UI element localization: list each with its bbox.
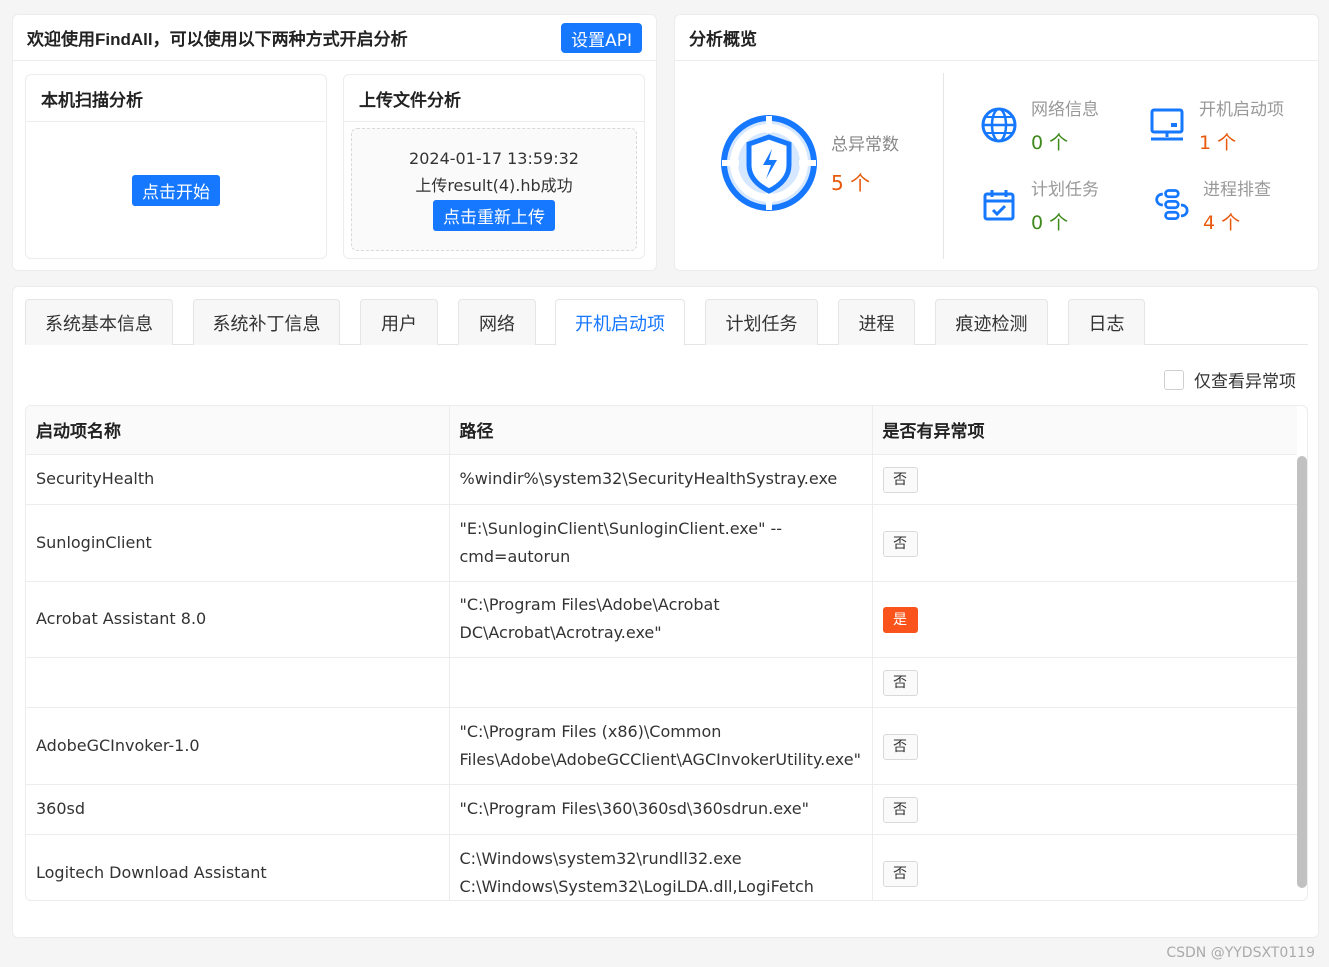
abnormal-tag: 否 (882, 670, 918, 696)
tab-bar: 系统基本信息 系统补丁信息 用户 网络 开机启动项 计划任务 进程 痕迹检测 日… (25, 299, 1308, 346)
globe-icon (981, 107, 1017, 143)
tab-system-info[interactable]: 系统基本信息 (25, 299, 173, 345)
startup-path (449, 657, 873, 708)
startup-name (26, 657, 450, 708)
stat-process-label: 进程排查 (1203, 180, 1271, 200)
startup-path: "C:\Program Files\360\360sd\360sdrun.exe… (449, 784, 873, 835)
main-panel: 系统基本信息 系统补丁信息 用户 网络 开机启动项 计划任务 进程 痕迹检测 日… (12, 286, 1319, 938)
local-scan-card: 本机扫描分析 点击开始 (25, 74, 327, 259)
table-row: SunloginClient "E:\SunloginClient\Sunlog… (26, 504, 1297, 582)
computer-icon (1150, 108, 1184, 141)
abnormal-tag-alert: 是 (882, 607, 918, 633)
startup-path: "E:\SunloginClient\SunloginClient.exe" -… (449, 504, 873, 582)
upload-status: 上传result(4).hb成功 (415, 175, 573, 195)
startup-path: "C:\Program Files (x86)\Common Files\Ado… (449, 707, 873, 785)
tab-scheduled-tasks[interactable]: 计划任务 (705, 299, 818, 345)
stat-startup-label: 开机启动项 (1199, 100, 1284, 120)
stat-network-value: 0 个 (1031, 132, 1069, 154)
total-abnormal-value: 5 个 (831, 171, 871, 195)
upload-timestamp: 2024-01-17 13:59:32 (409, 148, 579, 168)
tab-patch-info[interactable]: 系统补丁信息 (193, 299, 340, 345)
tab-network[interactable]: 网络 (458, 299, 536, 345)
overview-title: 分析概览 (689, 30, 757, 49)
startup-path: C:\Windows\system32\rundll32.exe C:\Wind… (449, 834, 873, 900)
upload-drop-zone[interactable]: 2024-01-17 13:59:32 上传result(4).hb成功 点击重… (351, 128, 637, 251)
table-row: Acrobat Assistant 8.0 "C:\Program Files\… (26, 581, 1297, 658)
reupload-button[interactable]: 点击重新上传 (433, 199, 555, 231)
process-icon (1155, 189, 1189, 220)
startup-name: SecurityHealth (26, 454, 450, 505)
startup-path: %windir%\system32\SecurityHealthSystray.… (449, 454, 873, 505)
table-row: AdobeGCInvoker-1.0 "C:\Program Files (x8… (26, 707, 1297, 785)
startup-table: 启动项名称 路径 是否有异常项 SecurityHealth %windir%\… (25, 405, 1308, 901)
abnormal-tag: 否 (882, 860, 918, 887)
stat-process-value: 4 个 (1203, 212, 1241, 234)
column-header: 是否有异常项 (872, 406, 1297, 455)
column-header: 启动项名称 (26, 406, 450, 455)
overview-divider (943, 73, 944, 259)
stat-process: 进程排查 4 个 (1151, 175, 1271, 235)
startup-name: SunloginClient (26, 504, 450, 582)
stat-startup-value: 1 个 (1199, 132, 1237, 154)
column-header: 路径 (449, 406, 873, 455)
stat-scheduled: 计划任务 0 个 (979, 175, 1099, 235)
tab-processes[interactable]: 进程 (838, 299, 915, 345)
upload-file-card: 上传文件分析 2024-01-17 13:59:32 上传result(4).h… (343, 74, 645, 259)
abnormal-only-checkbox[interactable] (1164, 369, 1184, 390)
stat-scheduled-value: 0 个 (1031, 212, 1069, 234)
table-row: Logitech Download Assistant C:\Windows\s… (26, 834, 1297, 900)
start-scan-button[interactable]: 点击开始 (132, 174, 220, 206)
tab-trace-detection[interactable]: 痕迹检测 (935, 299, 1048, 345)
set-api-button[interactable]: 设置API (561, 22, 642, 53)
startup-name: Acrobat Assistant 8.0 (26, 581, 450, 658)
tab-startup[interactable]: 开机启动项 (555, 299, 685, 346)
tab-logs[interactable]: 日志 (1068, 299, 1145, 345)
upload-file-title: 上传文件分析 (344, 75, 644, 122)
watermark: CSDN @YYDSXT0119 (1166, 945, 1315, 961)
stat-scheduled-label: 计划任务 (1031, 180, 1099, 200)
table-scrollbar[interactable] (1297, 456, 1307, 888)
abnormal-only-label: 仅查看异常项 (1194, 372, 1296, 392)
table-row: 360sd "C:\Program Files\360\360sd\360sdr… (26, 784, 1297, 835)
welcome-card: 欢迎使用FindAll，可以使用以下两种方式开启分析 设置API 本机扫描分析 … (12, 14, 657, 271)
shield-alert-icon (721, 115, 817, 211)
startup-path: "C:\Program Files\Adobe\Acrobat DC\Acrob… (449, 581, 873, 658)
startup-name: Logitech Download Assistant (26, 834, 450, 900)
startup-name: AdobeGCInvoker-1.0 (26, 707, 450, 785)
table-row: SecurityHealth %windir%\system32\Securit… (26, 454, 1297, 505)
table-header-row: 启动项名称 路径 是否有异常项 (26, 406, 1297, 455)
abnormal-tag: 否 (882, 530, 918, 557)
welcome-title: 欢迎使用FindAll，可以使用以下两种方式开启分析 (27, 30, 408, 49)
abnormal-tag: 否 (882, 467, 918, 493)
tab-users[interactable]: 用户 (360, 299, 438, 345)
calendar-icon (983, 190, 1015, 221)
startup-name: 360sd (26, 784, 450, 835)
overview-card: 分析概览 总异常数 5 个 网络信息 0 个 开机启动项 1 个 计划任务 0 … (674, 14, 1319, 271)
overview-header: 分析概览 (675, 15, 1318, 61)
stat-network-label: 网络信息 (1031, 100, 1099, 120)
abnormal-tag: 否 (882, 797, 918, 823)
stat-network: 网络信息 0 个 (979, 95, 1099, 155)
total-abnormal: 总异常数 5 个 (719, 113, 899, 213)
abnormal-only-filter[interactable]: 仅查看异常项 (1164, 367, 1296, 392)
welcome-header: 欢迎使用FindAll，可以使用以下两种方式开启分析 设置API (13, 15, 656, 61)
local-scan-title: 本机扫描分析 (26, 75, 326, 122)
abnormal-tag: 否 (882, 733, 918, 760)
stat-startup: 开机启动项 1 个 (1147, 95, 1284, 155)
total-abnormal-label: 总异常数 (831, 135, 899, 155)
table-row: 否 (26, 657, 1297, 708)
